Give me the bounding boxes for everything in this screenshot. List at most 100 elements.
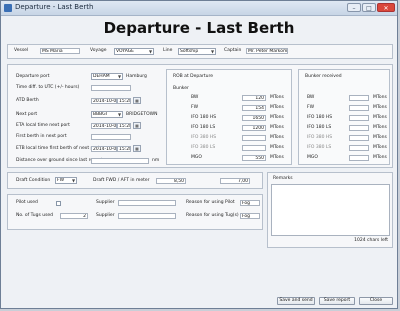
rob-row-unit: MTons	[270, 145, 284, 150]
first-berth-label: First berth in next port	[16, 134, 67, 139]
remarks-textarea[interactable]	[271, 184, 390, 236]
vessel-label: Vessel	[14, 48, 29, 53]
atd-time-field[interactable]: 15:28	[117, 98, 131, 104]
save-report-button[interactable]: Save report	[319, 297, 355, 305]
bunker_received-row-unit: MTons	[373, 145, 387, 150]
rob-row-value[interactable]: 154	[242, 105, 266, 111]
line-select[interactable]: Softship ▼	[178, 48, 216, 55]
rob-title: ROB at Departure	[173, 74, 213, 79]
close-button[interactable]: Close	[359, 297, 393, 305]
chevron-down-icon: ▼	[117, 112, 122, 117]
bunker_received-row-label: FW	[307, 105, 315, 110]
bunker_received-row-label: IFO 380 LS	[307, 145, 332, 150]
time-diff-label: Time diff. to UTC (+/- hours)	[16, 85, 80, 90]
bunker-received-panel: Bunker received BW MTons FW MTons IFO 180 HS…	[298, 69, 390, 165]
bunker_received-row-label: IFO 380 HS	[307, 135, 333, 140]
bunker_received-row-unit: MTons	[373, 135, 387, 140]
voyage-select-value: VOYAGE	[116, 49, 135, 54]
next-port-name: BRIDGETOWN	[126, 112, 158, 117]
rob-row-value[interactable]	[242, 135, 266, 141]
departure-port-name: Hamburg	[126, 74, 147, 79]
tugs-count-label: No. of Tugs used	[16, 213, 54, 218]
remarks-label: Remarks	[273, 176, 293, 181]
draft-fwd-field[interactable]: 8,50	[156, 178, 186, 184]
departure-port-select[interactable]: DEHAM ▼	[91, 73, 123, 80]
rob-row-label: IFO 380 HS	[191, 135, 217, 140]
rob-row-label: FW	[191, 105, 199, 110]
calendar-icon[interactable]: ▦	[133, 122, 141, 129]
bunker_received-row-unit: MTons	[373, 125, 387, 130]
page-title: Departure - Last Berth	[103, 19, 295, 37]
calendar-icon[interactable]: ▦	[133, 145, 141, 152]
pilot-supplier-field[interactable]	[118, 200, 176, 206]
voyage-select[interactable]: VOYAGE ▼	[114, 48, 154, 55]
bunker_received-row-value[interactable]	[349, 135, 369, 141]
maximize-button[interactable]: □	[362, 3, 376, 12]
remarks-panel: Remarks 1024 chars left	[267, 172, 393, 248]
etb-label: ETB local time first berth of next port	[16, 146, 100, 151]
bunker_received-row-value[interactable]	[349, 125, 369, 131]
minimize-button[interactable]: –	[347, 3, 361, 12]
next-port-label: Next port	[16, 112, 38, 117]
eta-time-field[interactable]: 15:28	[117, 123, 131, 129]
etb-date-field[interactable]: 2014-10-08	[91, 146, 117, 152]
bunker_received-row-value[interactable]	[349, 115, 369, 121]
chevron-down-icon: ▼	[117, 74, 122, 79]
draft-condition-value: FW	[57, 178, 65, 183]
vessel-field[interactable]: MS Maria	[40, 48, 80, 54]
reason-tugs-label: Reason for using Tug(s)	[186, 213, 239, 218]
bunker_received-row-unit: MTons	[373, 115, 387, 120]
tugs-count-field[interactable]: 2	[60, 213, 88, 219]
time-diff-field[interactable]	[91, 85, 131, 91]
rob-row-value[interactable]: 550	[242, 155, 266, 161]
etb-time-field[interactable]: 15:28	[117, 146, 131, 152]
vessel-info-panel: Vessel MS Maria Voyage VOYAGE ▼ Line Soft…	[7, 44, 393, 59]
departure-port-code: DEHAM	[93, 74, 110, 79]
rob-row-unit: MTons	[270, 105, 284, 110]
save-and-send-button[interactable]: Save and send	[277, 297, 315, 305]
draft-condition-label: Draft Condition	[16, 178, 51, 183]
rob-row-value[interactable]	[242, 145, 266, 151]
bunker-received-title: Bunker received	[305, 74, 342, 79]
bunker_received-row-value[interactable]	[349, 155, 369, 161]
atd-date-field[interactable]: 2014-10-08	[91, 98, 117, 104]
rob-row-value[interactable]: 120	[242, 95, 266, 101]
bunker_received-row-value[interactable]	[349, 95, 369, 101]
pilot-tugs-panel: Pilot used Supplier Reason for using Pil…	[7, 194, 263, 230]
tugs-supplier-field[interactable]	[118, 213, 176, 219]
bunker_received-row-label: MGO	[307, 155, 318, 160]
pilot-used-label: Pilot used	[16, 200, 38, 205]
tugs-supplier-label: Supplier	[96, 213, 115, 218]
next-port-select[interactable]: BBBGI ▼	[91, 111, 123, 118]
draft-condition-select[interactable]: FW ▼	[55, 177, 77, 184]
close-window-button[interactable]: ✕	[377, 3, 395, 12]
reason-pilot-field[interactable]: Fog	[240, 200, 260, 206]
rob-row-value[interactable]: 1200	[242, 125, 266, 131]
title-bar: Departure - Last Berth – □ ✕	[1, 1, 397, 16]
app-icon	[4, 4, 12, 12]
distance-unit: nm	[152, 158, 160, 163]
calendar-icon[interactable]: ▦	[133, 97, 141, 104]
pilot-used-checkbox[interactable]	[56, 201, 61, 206]
app-window: Departure - Last Berth – □ ✕ Departure -…	[0, 0, 398, 309]
bunker_received-row-value[interactable]	[349, 105, 369, 111]
voyage-details-panel: Departure port DEHAM ▼ Hamburg Time diff.…	[7, 64, 393, 168]
rob-row-unit: MTons	[270, 95, 284, 100]
captain-field[interactable]: Mr. Peter Markom	[246, 48, 288, 54]
distance-field[interactable]	[91, 158, 149, 164]
eta-label: ETA local time next port	[16, 123, 70, 128]
rob-row-value[interactable]: 1650	[242, 115, 266, 121]
window-title: Departure - Last Berth	[15, 3, 94, 11]
first-berth-field[interactable]	[91, 134, 131, 140]
bunker_received-row-value[interactable]	[349, 145, 369, 151]
rob-bunker-label: Bunker	[173, 86, 189, 91]
draft-aft-field[interactable]: 7,00	[220, 178, 250, 184]
reason-tugs-field[interactable]: Fog	[240, 213, 260, 219]
pilot-supplier-label: Supplier	[96, 200, 115, 205]
next-port-code: BBBGI	[93, 112, 107, 117]
bunker_received-row-unit: MTons	[373, 155, 387, 160]
atd-label: ATD Berth	[16, 98, 39, 103]
chevron-down-icon: ▼	[71, 178, 76, 183]
eta-date-field[interactable]: 2014-10-08	[91, 123, 117, 129]
rob-row-label: MGO	[191, 155, 202, 160]
